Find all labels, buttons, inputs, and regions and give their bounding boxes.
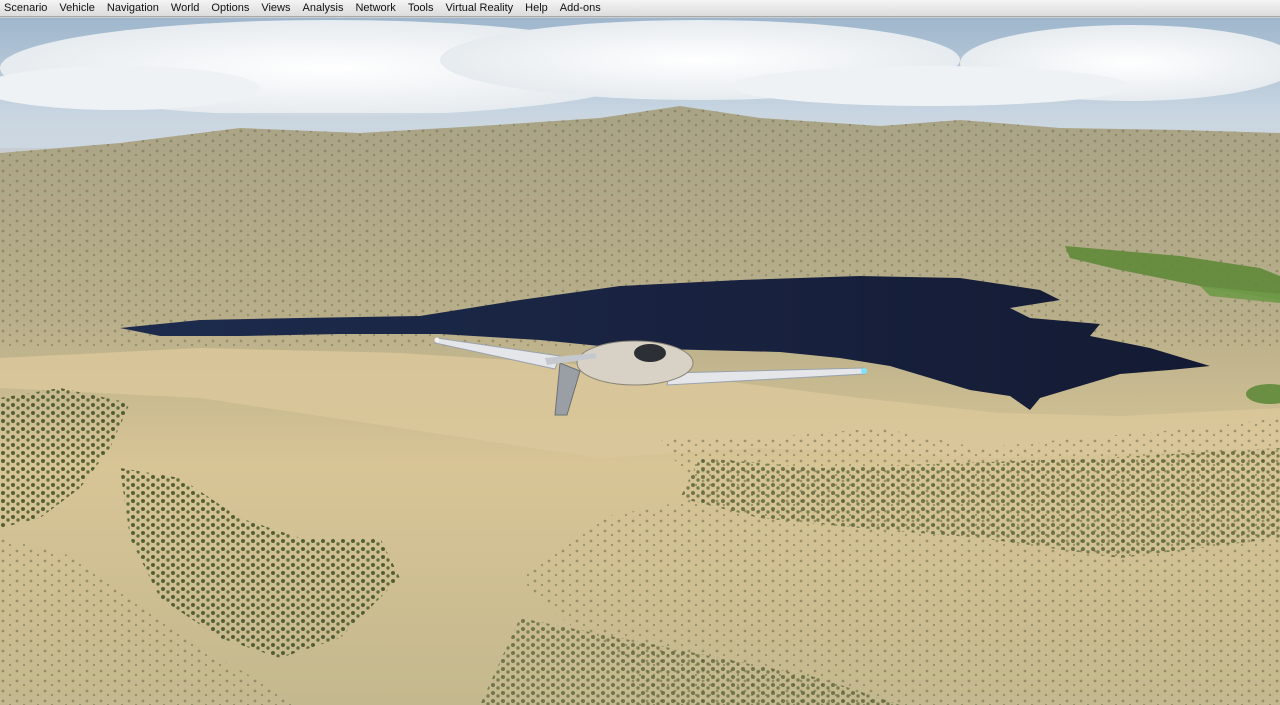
simulator-window: Scenario Vehicle Navigation World Option… <box>0 0 1280 705</box>
menu-options[interactable]: Options <box>211 0 249 17</box>
menu-analysis[interactable]: Analysis <box>303 0 344 17</box>
menu-scenario[interactable]: Scenario <box>4 0 47 17</box>
menu-navigation[interactable]: Navigation <box>107 0 159 17</box>
3d-viewport[interactable] <box>0 18 1280 705</box>
menu-bar: Scenario Vehicle Navigation World Option… <box>0 0 1280 17</box>
menu-world[interactable]: World <box>171 0 200 17</box>
menu-add-ons[interactable]: Add-ons <box>560 0 601 17</box>
menu-tools[interactable]: Tools <box>408 0 434 17</box>
menu-virtual-reality[interactable]: Virtual Reality <box>446 0 514 17</box>
menu-vehicle[interactable]: Vehicle <box>59 0 94 17</box>
menu-views[interactable]: Views <box>261 0 290 17</box>
menu-help[interactable]: Help <box>525 0 548 17</box>
menu-network[interactable]: Network <box>355 0 395 17</box>
scenery-render <box>0 18 1280 705</box>
